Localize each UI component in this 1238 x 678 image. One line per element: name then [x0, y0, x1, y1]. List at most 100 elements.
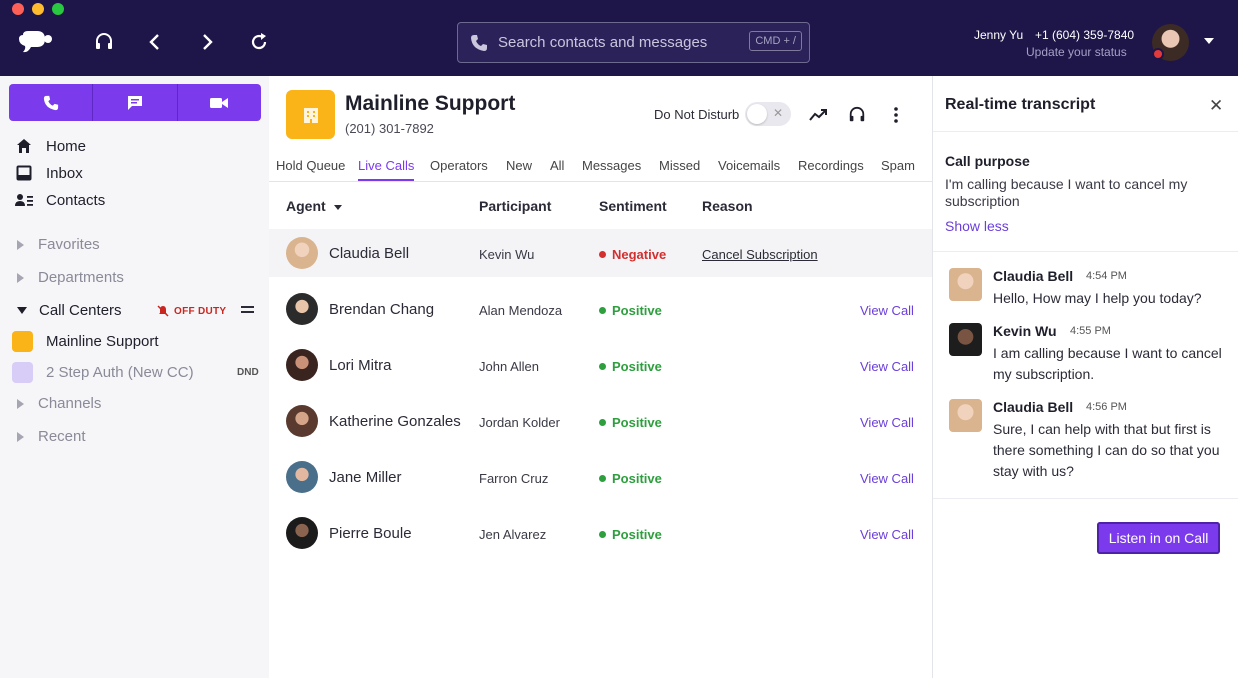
dnd-toggle[interactable]: ✕ [745, 102, 791, 126]
agent-name: Katherine Gonzales [329, 413, 461, 430]
sentiment-badge: Positive [599, 527, 662, 542]
message-author: Claudia Bell [993, 268, 1074, 284]
message-button[interactable] [93, 84, 178, 121]
chevron-right-icon [17, 431, 24, 442]
participant-name: John Allen [479, 359, 539, 374]
call-button[interactable] [9, 84, 94, 121]
view-call-link[interactable]: View Call [860, 359, 914, 374]
video-button[interactable] [178, 84, 261, 121]
nav-contacts-label: Contacts [46, 191, 106, 209]
minimize-window-button[interactable] [32, 3, 44, 15]
tab-operators[interactable]: Operators [430, 158, 488, 173]
table-row[interactable]: Claudia Bell Kevin Wu Negative Cancel Su… [269, 229, 932, 277]
message-author: Kevin Wu [993, 323, 1057, 339]
call-purpose-title: Call purpose [945, 153, 1030, 169]
tab-voicemails[interactable]: Voicemails [718, 158, 780, 173]
view-call-link[interactable]: View Call [860, 471, 914, 486]
section-favorites[interactable]: Favorites [17, 236, 100, 253]
window-controls [12, 3, 64, 15]
divider [933, 498, 1238, 499]
chevron-down-icon [17, 307, 27, 314]
call-center-mainline-support[interactable]: Mainline Support [12, 331, 159, 352]
section-recent[interactable]: Recent [17, 428, 86, 445]
sentiment-badge: Positive [599, 415, 662, 430]
agent-name: Claudia Bell [329, 245, 410, 262]
call-purpose-text: I'm calling because I want to cancel my … [945, 176, 1188, 209]
tab-recordings[interactable]: Recordings [798, 158, 864, 173]
table-row[interactable]: Katherine Gonzales Jordan Kolder Positiv… [269, 397, 932, 445]
tab-messages[interactable]: Messages [582, 158, 641, 173]
section-departments[interactable]: Departments [17, 269, 124, 286]
sort-caret-icon [333, 204, 342, 210]
off-duty-badge[interactable]: OFF DUTY [157, 305, 226, 317]
sentiment-badge: Negative [599, 247, 666, 262]
table-row[interactable]: Brendan Chang Alan Mendoza Positive View… [269, 285, 932, 333]
bell-off-icon [157, 305, 169, 317]
message-author: Claudia Bell [993, 399, 1074, 415]
update-status-link[interactable]: Update your status [1026, 45, 1127, 59]
refresh-icon[interactable] [246, 29, 272, 55]
close-window-button[interactable] [12, 3, 24, 15]
avatar [949, 268, 982, 301]
analytics-icon[interactable] [807, 104, 829, 126]
section-favorites-label: Favorites [38, 236, 100, 253]
chevron-down-icon[interactable] [1204, 38, 1214, 44]
close-icon[interactable]: ✕ [1209, 96, 1223, 116]
back-arrow-icon[interactable] [142, 29, 168, 55]
table-row[interactable]: Jane Miller Farron Cruz Positive View Ca… [269, 453, 932, 501]
chevron-right-icon [17, 272, 24, 283]
listen-in-on-call-button[interactable]: Listen in on Call [1097, 522, 1220, 554]
nav-home[interactable]: Home [15, 137, 86, 155]
search-placeholder: Search contacts and messages [498, 34, 708, 51]
view-call-link[interactable]: View Call [860, 527, 914, 542]
call-center-phone: (201) 301-7892 [345, 121, 434, 136]
nav-inbox[interactable]: Inbox [15, 164, 83, 182]
section-departments-label: Departments [38, 269, 124, 286]
nav-inbox-label: Inbox [46, 164, 83, 182]
show-less-link[interactable]: Show less [945, 218, 1009, 234]
tab-missed[interactable]: Missed [659, 158, 700, 173]
search-input[interactable]: Search contacts and messages CMD + / [457, 22, 810, 63]
column-header-participant: Participant [479, 198, 552, 214]
table-row[interactable]: Lori Mitra John Allen Positive View Call [269, 341, 932, 389]
reason-link[interactable]: Cancel Subscription [702, 247, 818, 262]
table-row[interactable]: Pierre Boule Jen Alvarez Positive View C… [269, 509, 932, 557]
forward-arrow-icon[interactable] [194, 29, 220, 55]
view-call-link[interactable]: View Call [860, 303, 914, 318]
maximize-window-button[interactable] [52, 3, 64, 15]
tab-hold-queue[interactable]: Hold Queue [276, 158, 345, 173]
view-call-link[interactable]: View Call [860, 415, 914, 430]
participant-name: Alan Mendoza [479, 303, 563, 318]
message-text: Sure, I can help with that but first is … [993, 421, 1220, 479]
message-text: Hello, How may I help you today? [993, 290, 1202, 306]
user-phone: +1 (604) 359-7840 [1035, 28, 1135, 42]
message-time: 4:54 PM [1086, 270, 1127, 282]
participant-name: Kevin Wu [479, 247, 535, 262]
transcript-message: Claudia Bell 4:56 PM Sure, I can help wi… [949, 399, 1233, 489]
more-options-icon[interactable] [885, 104, 907, 126]
call-center-2-step-auth[interactable]: 2 Step Auth (New CC) [12, 362, 194, 383]
tab-all[interactable]: All [550, 158, 564, 173]
headset-icon[interactable] [91, 29, 117, 55]
section-channels[interactable]: Channels [17, 395, 101, 412]
nav-contacts[interactable]: Contacts [15, 191, 105, 209]
sentiment-label: Positive [612, 415, 662, 430]
column-header-agent[interactable]: Agent [286, 198, 342, 214]
divider [933, 251, 1238, 252]
toggle-knob [747, 104, 767, 124]
tab-spam[interactable]: Spam [881, 158, 915, 173]
call-center-color-swatch [12, 362, 33, 383]
phone-icon [470, 34, 488, 52]
section-call-centers[interactable]: Call Centers [17, 302, 122, 319]
sentiment-label: Negative [612, 247, 667, 262]
menu-icon[interactable] [241, 306, 254, 316]
off-duty-label: OFF DUTY [174, 305, 227, 317]
sentiment-badge: Positive [599, 471, 662, 486]
tab-live-calls[interactable]: Live Calls [358, 158, 415, 181]
column-header-agent-label: Agent [286, 198, 326, 214]
section-channels-label: Channels [38, 395, 102, 412]
tab-new[interactable]: New [506, 158, 532, 173]
main-panel: Mainline Support (201) 301-7892 Do Not D… [269, 76, 932, 678]
section-recent-label: Recent [38, 428, 86, 445]
headset-icon[interactable] [846, 104, 868, 126]
